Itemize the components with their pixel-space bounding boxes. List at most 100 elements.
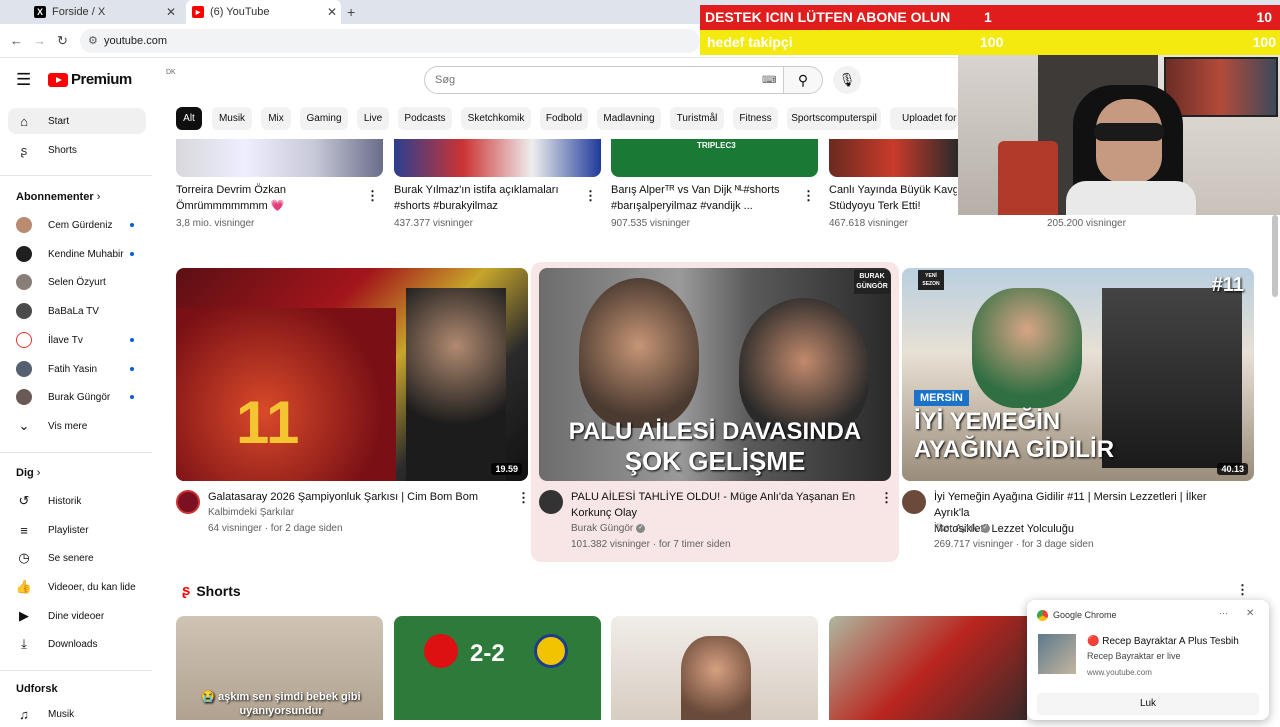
menu-icon[interactable]: ☰ [16, 70, 31, 90]
chip[interactable]: Fodbold [540, 107, 588, 130]
forward-icon[interactable]: → [33, 33, 46, 48]
video-thumbnail[interactable]: YENİ SEZON #11 MERSİN İYİ YEMEĞİN AYAĞINA… [902, 268, 1254, 481]
reload-icon[interactable]: ↻ [57, 33, 68, 49]
more-options-icon[interactable]: ··· [1219, 608, 1228, 618]
sidebar-item-your-videos[interactable]: ▶ Dine videoer [8, 603, 146, 629]
youtube-icon: ▶ [192, 6, 204, 18]
video-thumbnail[interactable] [394, 139, 601, 177]
sidebar-item-subscription[interactable]: BaBaLa TV [8, 298, 146, 324]
search-button[interactable]: ⚲ [783, 66, 823, 94]
chip[interactable]: Sketchkomik [461, 107, 531, 130]
video-title[interactable]: Barış Alperᵀᴿ vs Van Dijk ᴺᴸ#shorts #barı… [611, 182, 796, 214]
voice-search-button[interactable]: 🎙 [833, 66, 861, 94]
chip[interactable]: Mix [261, 107, 291, 130]
new-content-dot [130, 223, 134, 227]
video-title[interactable]: Burak Yılmaz'ın istifa açıklamaları #shor… [394, 182, 579, 214]
close-notification-button[interactable]: Luk [1037, 693, 1259, 715]
chip[interactable]: Uploadet for nylig [890, 107, 958, 130]
close-icon[interactable]: ✕ [327, 5, 337, 19]
channel-avatar[interactable] [539, 490, 563, 514]
youtube-premium-logo[interactable]: Premium DK [48, 69, 176, 88]
you-heading[interactable]: Dig › [16, 467, 40, 479]
video-title[interactable]: Galatasaray 2026 Şampiyonluk Şarkısı | C… [208, 489, 508, 505]
video-thumbnail[interactable]: TRIPLEC3 [611, 139, 818, 177]
new-season-badge: YENİ SEZON [918, 270, 944, 290]
sidebar-item-shorts[interactable]: ʂ Shorts [8, 137, 146, 163]
video-thumbnail[interactable] [176, 139, 383, 177]
channel-name[interactable]: İlker Ayrık ✓ [934, 523, 990, 534]
short-thumbnail[interactable] [829, 616, 1027, 720]
video-title[interactable]: Canlı Yayında Büyük Kavga Stüdyoyu Terk E… [829, 182, 957, 214]
short-thumbnail[interactable]: 😭 aşkım sen şimdi bebek gibi uyanıyorsun… [176, 616, 383, 720]
browser-tab-youtube[interactable]: ▶ (6) YouTube ✕ [186, 0, 341, 24]
thumbnail-text: İYİ YEMEĞİN [914, 408, 1061, 435]
video-thumbnail[interactable]: BURAK GÜNGÖR PALU AİLESİ DAVASINDA ŞOK GE… [539, 268, 891, 481]
close-icon[interactable]: ✕ [1246, 608, 1254, 619]
chip-all[interactable]: Alt [176, 107, 202, 130]
chevron-down-icon: ⌄ [18, 418, 30, 433]
video-views: 205.200 visninger [1047, 218, 1126, 229]
chip[interactable]: Gaming [300, 107, 348, 130]
close-icon[interactable]: ✕ [166, 5, 176, 19]
more-options-icon[interactable]: ⋮ [584, 188, 597, 204]
tab-label: (6) YouTube [210, 6, 270, 18]
short-thumbnail[interactable]: 2-2 [394, 616, 601, 720]
overlay-current: 100 [980, 34, 1004, 50]
sidebar-item-subscription[interactable]: Selen Özyurt [8, 269, 146, 295]
sidebar-item-label: Se senere [48, 552, 94, 564]
more-options-icon[interactable]: ⋮ [1236, 582, 1249, 598]
url-field[interactable]: ⚙ youtube.com [80, 29, 700, 53]
more-options-icon[interactable]: ⋮ [880, 490, 893, 506]
new-tab-icon[interactable]: + [347, 4, 355, 20]
sidebar-item-label: İlave Tv [48, 334, 83, 346]
channel-badge: BURAK GÜNGÖR [854, 270, 890, 294]
sidebar-item-subscription[interactable]: Fatih Yasin [8, 356, 146, 382]
sidebar-item-playlists[interactable]: ≡ Playlister [8, 517, 146, 543]
browser-tab-x[interactable]: X Forside / X ✕ [28, 0, 180, 24]
chip[interactable]: Musik [212, 107, 252, 130]
chip[interactable]: Fitness [733, 107, 778, 130]
keyboard-icon[interactable]: ⌨ [762, 75, 776, 86]
more-options-icon[interactable]: ⋮ [517, 490, 530, 506]
chip[interactable]: Madlavning [597, 107, 661, 130]
scrollbar-thumb[interactable] [1272, 215, 1278, 297]
sidebar-item-subscription[interactable]: Burak Güngör [8, 384, 146, 410]
chip[interactable]: Podcasts [398, 107, 452, 130]
short-thumbnail[interactable] [611, 616, 818, 720]
sidebar-item-start[interactable]: ⌂ Start [8, 108, 146, 134]
channel-avatar[interactable] [176, 490, 200, 514]
notification-image [1038, 634, 1076, 674]
video-title[interactable]: Torreira Devrim Özkan Ömrümmmmmmm 💗 [176, 182, 356, 214]
channel-name[interactable]: Burak Güngör ✓ [571, 523, 646, 534]
location-tag: MERSİN [914, 390, 969, 406]
sidebar-item-watch-later[interactable]: ◷ Se senere [8, 545, 146, 571]
sidebar-item-subscription[interactable]: Cem Gürdeniz [8, 212, 146, 238]
video-thumbnail[interactable] [829, 139, 958, 177]
back-icon[interactable]: ← [10, 33, 23, 48]
subscriptions-heading[interactable]: Abonnementer › [16, 191, 100, 203]
sidebar-item-label: Historik [48, 495, 82, 507]
heading-label: Dig [16, 467, 34, 479]
video-thumbnail[interactable]: 11 19.59 [176, 268, 528, 481]
sidebar-item-subscription[interactable]: Kendine Muhabir [8, 241, 146, 267]
video-title[interactable]: PALU AİLESİ TAHLİYE OLDU! - Müge Anlı'da… [571, 489, 871, 521]
sidebar-item-history[interactable]: ↺ Historik [8, 488, 146, 514]
chip[interactable]: Sportscomputerspil [787, 107, 881, 130]
show-more-button[interactable]: ⌄ Vis mere [8, 413, 146, 439]
divider [0, 175, 152, 176]
sidebar-item-subscription[interactable]: İlave Tv [8, 327, 146, 353]
channel-avatar[interactable] [902, 490, 926, 514]
sidebar-item-downloads[interactable]: ⤓ Downloads [8, 631, 146, 657]
sidebar-item-liked-videos[interactable]: 👍 Videoer, du kan lide [8, 574, 146, 600]
thumbnail-text: TRIPLEC3 [697, 141, 736, 150]
logo-text: Premium [71, 71, 132, 88]
chip[interactable]: Live [357, 107, 389, 130]
sidebar-item-music[interactable]: ♫ Musik [8, 701, 146, 727]
more-options-icon[interactable]: ⋮ [802, 188, 815, 204]
site-info-icon[interactable]: ⚙ [88, 34, 98, 47]
search-placeholder: Søg [435, 74, 456, 86]
more-options-icon[interactable]: ⋮ [366, 188, 379, 204]
search-input[interactable]: Søg [424, 66, 784, 94]
chip[interactable]: Turistmål [670, 107, 724, 130]
channel-name[interactable]: Kalbimdeki Şarkılar [208, 507, 294, 518]
